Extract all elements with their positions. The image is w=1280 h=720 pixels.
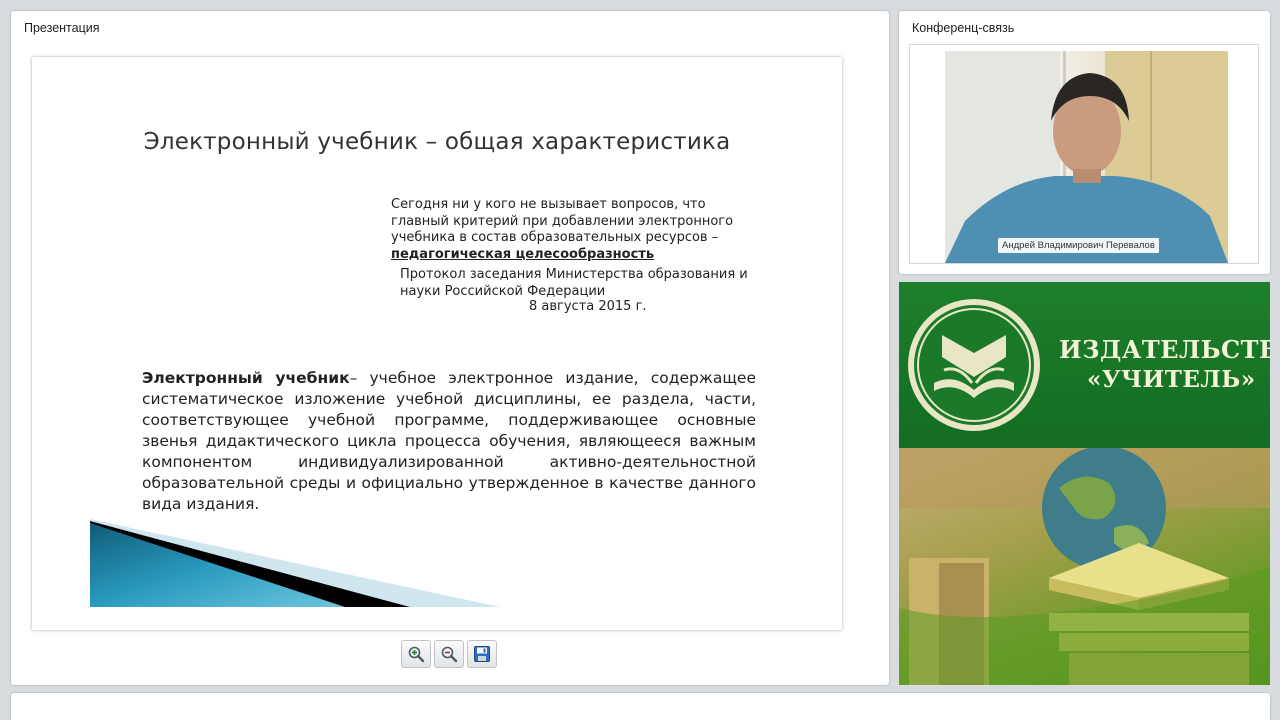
presentation-slide: Электронный учебник – общая характеристи… xyxy=(32,57,842,630)
banner-header: ИЗДАТЕЛЬСТВО «УЧИТЕЛЬ» xyxy=(899,282,1270,448)
quote-line: Сегодня ни у кого не вызывает вопросов, … xyxy=(391,197,706,212)
quote-source: Протокол заседания Министерства образова… xyxy=(400,267,800,300)
slide-definition: Электронный учебник– учебное электронное… xyxy=(142,368,756,515)
quote-emphasis: педагогическая целесообразность xyxy=(391,246,655,262)
banner-brand-line1: ИЗДАТЕЛЬСТВО xyxy=(1059,335,1270,364)
floppy-disk-icon xyxy=(474,646,490,662)
conference-panel: Конференц-связь Андрей Владимирович Пере… xyxy=(899,11,1270,274)
conference-panel-title: Конференц-связь xyxy=(912,21,1015,35)
video-container: Андрей Владимирович Перевалов xyxy=(909,44,1259,264)
quote-line: учебника в состав образовательных ресурс… xyxy=(391,230,719,245)
quote-line: главный критерий при добавлении электрон… xyxy=(391,213,734,229)
source-line: науки Российской Федерации xyxy=(400,283,606,299)
slide-toolbar xyxy=(401,640,497,668)
publisher-logo-icon xyxy=(908,299,1040,431)
bottom-panel xyxy=(11,693,1270,720)
presentation-panel: Презентация Электронный учебник – общая … xyxy=(11,11,889,685)
slide-decoration xyxy=(90,519,500,607)
speaker-name-tag: Андрей Владимирович Перевалов xyxy=(998,238,1159,253)
zoom-out-button[interactable] xyxy=(434,640,464,668)
publisher-banner[interactable]: ИЗДАТЕЛЬСТВО «УЧИТЕЛЬ» xyxy=(899,282,1270,685)
presentation-panel-title: Презентация xyxy=(24,21,100,35)
banner-brand-line2: «УЧИТЕЛЬ» xyxy=(1087,366,1256,393)
speaker-silhouette xyxy=(945,51,1228,263)
save-button[interactable] xyxy=(467,640,497,668)
zoom-out-icon xyxy=(441,646,458,663)
slide-quote: Сегодня ни у кого не вызывает вопросов, … xyxy=(391,197,791,263)
slide-title: Электронный учебник – общая характеристи… xyxy=(143,129,731,155)
source-line: Протокол заседания Министерства образова… xyxy=(400,267,748,282)
globe-and-books-image xyxy=(899,448,1270,685)
definition-text: – учебное электронное издание, содержаще… xyxy=(142,369,756,513)
zoom-in-button[interactable] xyxy=(401,640,431,668)
definition-term: Электронный учебник xyxy=(142,369,350,387)
zoom-in-icon xyxy=(408,646,425,663)
speaker-video[interactable]: Андрей Владимирович Перевалов xyxy=(945,51,1228,263)
source-date: 8 августа 2015 г. xyxy=(529,299,647,314)
banner-books-image xyxy=(899,448,1270,685)
